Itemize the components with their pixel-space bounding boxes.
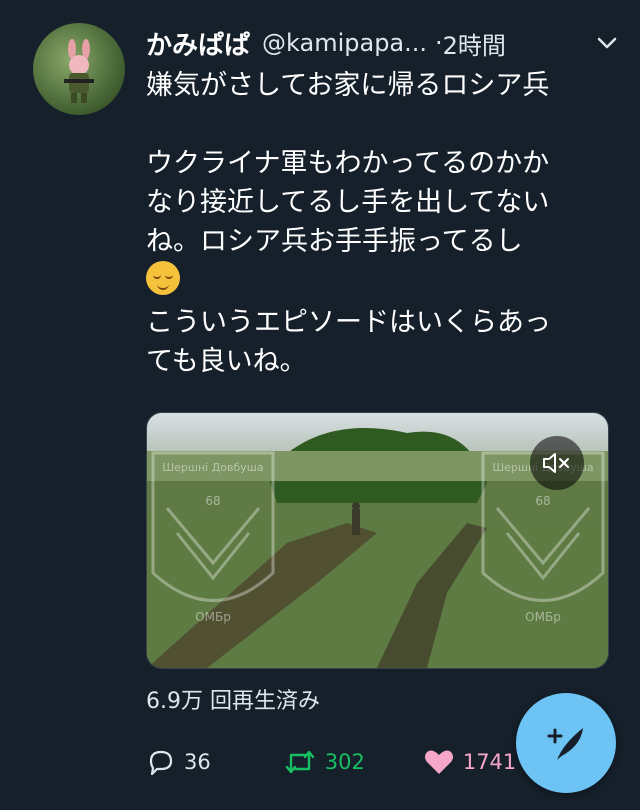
- bunny-soldier-icon: [64, 39, 94, 103]
- patch-bottom-left: OMБр: [195, 610, 231, 624]
- relieved-face-emoji: [146, 261, 180, 295]
- patch-number-left: 68: [205, 494, 220, 508]
- compose-tweet-button[interactable]: [516, 693, 616, 793]
- chevron-down-icon[interactable]: [596, 32, 618, 54]
- tweet-header: かみぱぱ @kamipapa... · 2時間: [146, 25, 618, 62]
- reply-count: 36: [184, 750, 211, 774]
- retweet-icon: [285, 750, 314, 774]
- tweet-text-line1: 嫌気がさしてお家に帰るロシア兵: [146, 70, 550, 101]
- patch-title-left: Шершні Довбуша: [162, 461, 263, 474]
- reply-icon: [149, 750, 173, 776]
- like-button[interactable]: 1741: [423, 747, 516, 777]
- tweet-text-para3: こういうエピソードはいくらあっ ても良いね。: [146, 307, 551, 377]
- patch-number-right: 68: [535, 494, 550, 508]
- timestamp[interactable]: 2時間: [443, 26, 506, 61]
- action-bar: 36 302 1741: [146, 743, 542, 781]
- view-count: 6.9万 回再生済み: [146, 689, 320, 714]
- tweet-text-para2: ウクライナ軍もわかってるのかか なり接近してるし手を出してない ね。ロシア兵お手…: [146, 148, 550, 257]
- mute-button[interactable]: [530, 436, 584, 490]
- compose-feather-icon: [547, 728, 583, 760]
- display-name[interactable]: かみぱぱ: [146, 25, 250, 62]
- user-handle[interactable]: @kamipapa...: [262, 29, 427, 57]
- retweet-count: 302: [324, 750, 365, 774]
- like-count: 1741: [462, 750, 517, 774]
- tweet-text: 嫌気がさしてお家に帰るロシア兵 ウクライナ軍もわかってるのかか なり接近してるし…: [146, 66, 616, 381]
- patch-bottom-right: OMБр: [525, 610, 561, 624]
- retweet-button[interactable]: 302: [283, 747, 365, 777]
- avatar[interactable]: [33, 23, 125, 115]
- heart-icon: [424, 750, 453, 774]
- separator-dot: ·: [435, 29, 443, 57]
- speaker-muted-icon: [543, 453, 569, 473]
- reply-button[interactable]: 36: [146, 747, 211, 777]
